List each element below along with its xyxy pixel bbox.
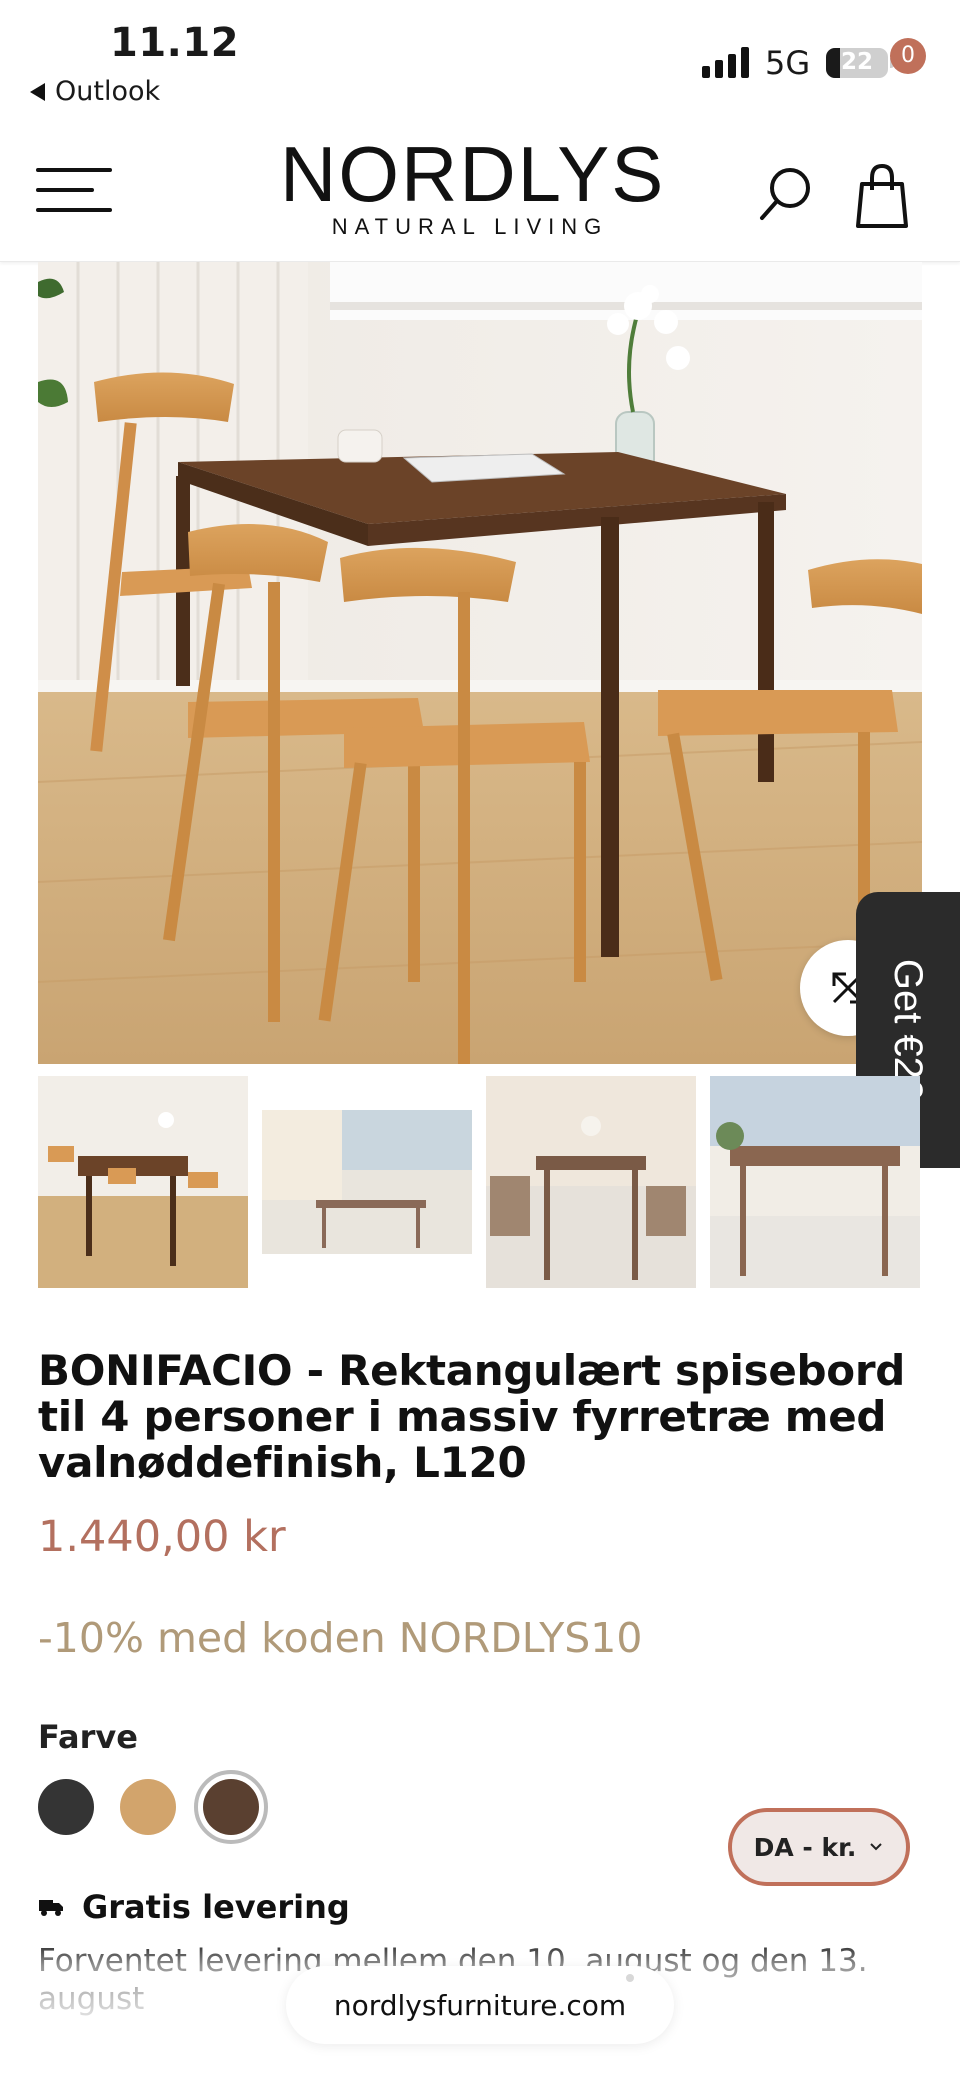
language-currency-label: DA - kr. [753,1832,857,1862]
site-header: NORDLYS NATURAL LIVING [0,120,960,262]
colour-label: Farve [38,1718,138,1756]
delivery-label: Gratis levering [82,1888,350,1926]
language-currency-selector[interactable]: DA - kr. [728,1808,910,1886]
colour-swatch-oak[interactable] [120,1779,176,1835]
delivery-row: Gratis levering [38,1888,350,1926]
status-bar: 11.12 Outlook 5G 22 [0,0,960,120]
brand-logo[interactable]: NORDLYS NATURAL LIVING [280,130,666,240]
colour-swatch-walnut[interactable] [203,1779,259,1835]
colour-swatch-black[interactable] [38,1779,94,1835]
address-bar-url: nordlysfurniture.com [333,1988,627,2022]
status-time: 11.12 [110,20,240,66]
battery-icon: 22 [826,48,888,78]
cart-count-badge: 0 [890,38,926,74]
signal-icon [702,46,749,78]
thumbnail-2[interactable] [262,1076,472,1288]
thumbnail-1[interactable] [38,1076,248,1288]
menu-icon[interactable] [36,168,112,212]
back-arrow-icon [30,82,45,101]
network-type: 5G [765,44,811,82]
thumbnail-4[interactable] [710,1076,920,1288]
product-title: BONIFACIO - Rektangulært spisebord til 4… [38,1346,906,1487]
product-price: 1.440,00 kr [38,1512,286,1562]
brand-tagline: NATURAL LIVING [331,214,609,239]
truck-icon [39,1900,63,1916]
page-indicator-dot [626,1974,634,1982]
chevron-down-icon [870,1843,883,1851]
cart-icon[interactable] [850,160,920,230]
thumbnail-strip [38,1076,922,1288]
back-app-label: Outlook [55,76,161,107]
search-icon[interactable] [756,164,816,224]
brand-name: NORDLYS [280,130,666,218]
address-bar[interactable]: nordlysfurniture.com [286,1966,674,2044]
battery-level: 22 [840,49,873,75]
discount-code-text: -10% med koden NORDLYS10 [38,1614,643,1662]
product-main-image[interactable] [38,262,922,1064]
back-to-app-link[interactable]: Outlook [30,76,160,107]
thumbnail-3[interactable] [486,1076,696,1288]
